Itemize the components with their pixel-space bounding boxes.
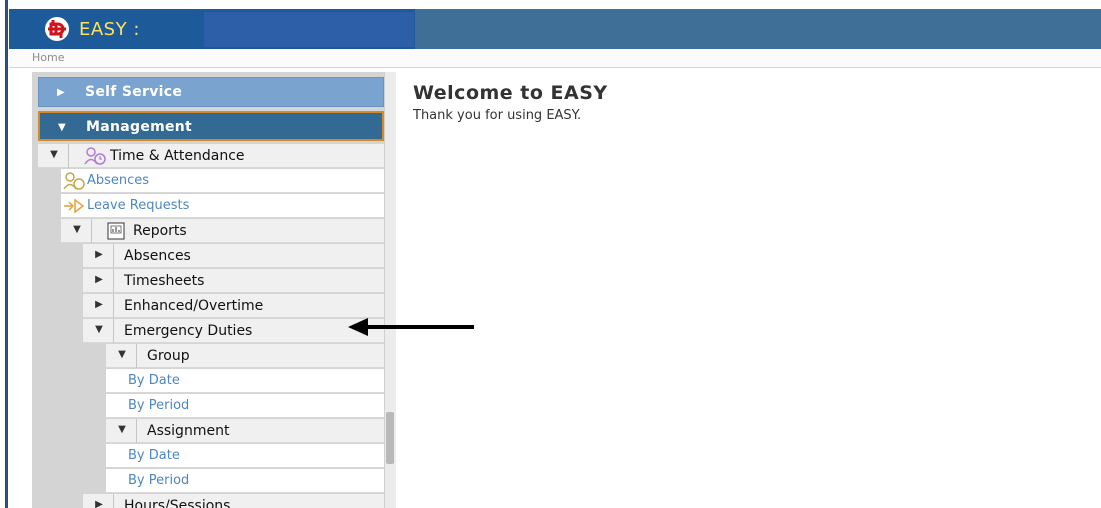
reports-icon	[107, 222, 125, 240]
welcome-message: Thank you for using EASY.	[413, 108, 582, 123]
panel-self-service-label: Self Service	[85, 84, 183, 100]
main-content: Welcome to EASY Thank you for using EASY…	[397, 72, 1101, 508]
window-left-edge	[0, 0, 9, 508]
tree-report-absences-label: Absences	[124, 248, 191, 264]
tree-report-timesheets-label: Timesheets	[124, 273, 205, 289]
tree-group-by-date[interactable]: By Date	[106, 369, 384, 393]
tree-report-enhanced-overtime-label: Enhanced/Overtime	[124, 298, 264, 314]
tree-report-enhanced-overtime[interactable]: ▶ Enhanced/Overtime	[83, 294, 384, 318]
group-by-date-label: By Date	[128, 373, 180, 388]
sidebar-scrollbar-thumb[interactable]	[386, 412, 394, 464]
sidebar-inner: ▶ Self Service ▼ Management ▼ Time & Att…	[38, 77, 384, 508]
tree-report-hours-sessions[interactable]: ▶ Hours/Sessions	[83, 494, 384, 508]
absences-icon	[63, 172, 85, 190]
collapse-icon[interactable]: ▼	[71, 224, 83, 235]
panel-management[interactable]: ▼ Management	[38, 111, 384, 141]
tree-reports-label: Reports	[133, 223, 187, 239]
leave-requests-link-label: Leave Requests	[87, 198, 190, 213]
page-title: Welcome to EASY	[413, 82, 608, 104]
app-header: EASY :	[9, 9, 1101, 49]
chevron-right-icon[interactable]: ▶	[93, 299, 105, 310]
chevron-right-icon: ▶	[57, 87, 65, 98]
time-attendance-icon	[84, 147, 106, 165]
group-by-period-label: By Period	[128, 398, 190, 413]
absences-link-label: Absences	[87, 173, 150, 188]
tree-assignment-by-date[interactable]: By Date	[106, 444, 384, 468]
title-redacted-box	[204, 12, 414, 47]
app-title: EASY :	[79, 19, 140, 40]
assignment-by-date-label: By Date	[128, 448, 180, 463]
tree-report-timesheets[interactable]: ▶ Timesheets	[83, 269, 384, 293]
leave-requests-icon	[64, 198, 85, 214]
tree-assignment[interactable]: ▼ Assignment	[106, 419, 384, 443]
chevron-right-icon[interactable]: ▶	[93, 249, 105, 260]
chevron-right-icon[interactable]: ▶	[93, 499, 105, 508]
chevron-down-icon: ▼	[58, 122, 66, 133]
tree-reports[interactable]: ▼ Reports	[61, 219, 384, 243]
tree-report-emergency-duties[interactable]: ▼ Emergency Duties	[83, 319, 384, 343]
app-window: EASY : Home ▶ Self Service ▼ Management …	[9, 0, 1101, 508]
tree-group-label: Group	[147, 348, 190, 364]
tree-absences-link[interactable]: Absences	[61, 169, 384, 193]
tree-assignment-by-period[interactable]: By Period	[106, 469, 384, 493]
panel-management-label: Management	[86, 119, 193, 135]
collapse-icon[interactable]: ▼	[48, 149, 60, 160]
breadcrumb-home[interactable]: Home	[32, 51, 64, 64]
tree-time-attendance-label: Time & Attendance	[110, 148, 245, 164]
assignment-by-period-label: By Period	[128, 473, 190, 488]
tree-time-attendance[interactable]: ▼ Time & Attendance	[38, 144, 384, 168]
tree-report-hours-sessions-label: Hours/Sessions	[124, 498, 231, 508]
panel-self-service[interactable]: ▶ Self Service	[38, 77, 384, 107]
sidebar: ▶ Self Service ▼ Management ▼ Time & Att…	[32, 72, 384, 508]
collapse-icon[interactable]: ▼	[116, 349, 128, 360]
tree-group[interactable]: ▼ Group	[106, 344, 384, 368]
chevron-right-icon[interactable]: ▶	[93, 274, 105, 285]
easy-logo-icon[interactable]	[42, 16, 72, 42]
tree-report-emergency-duties-label: Emergency Duties	[124, 323, 253, 339]
tree-report-absences[interactable]: ▶ Absences	[83, 244, 384, 268]
annotation-arrow-icon	[348, 318, 474, 336]
collapse-icon[interactable]: ▼	[116, 424, 128, 435]
tree-group-by-period[interactable]: By Period	[106, 394, 384, 418]
tree-leave-requests-link[interactable]: Leave Requests	[61, 194, 384, 218]
tree-assignment-label: Assignment	[147, 423, 230, 439]
logo-area: EASY :	[9, 9, 415, 49]
breadcrumb: Home	[9, 49, 1101, 68]
collapse-icon[interactable]: ▼	[93, 324, 105, 335]
